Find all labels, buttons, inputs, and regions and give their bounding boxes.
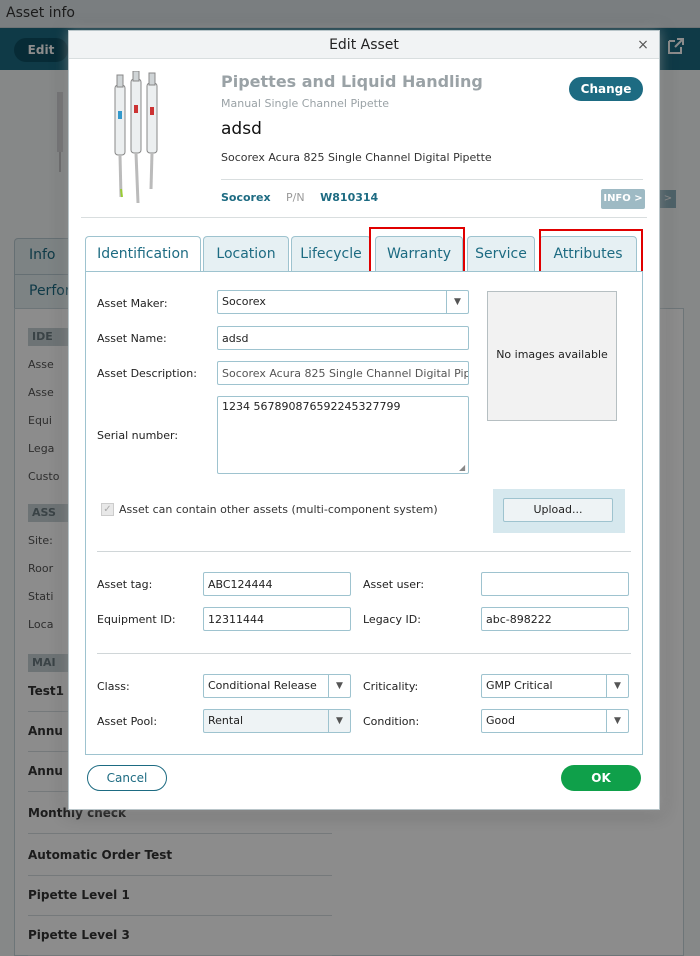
chevron-down-icon[interactable]: ▼ <box>606 710 628 732</box>
cancel-button[interactable]: Cancel <box>87 765 167 791</box>
asset-pool-label: Asset Pool: <box>97 715 158 728</box>
multi-component-checkbox[interactable]: ✓ <box>101 503 114 516</box>
condition-select[interactable]: Good ▼ <box>481 709 629 733</box>
asset-category: Pipettes and Liquid Handling <box>221 72 483 91</box>
resize-handle-icon[interactable]: ◢ <box>459 464 467 472</box>
maker-link[interactable]: Socorex <box>221 191 271 204</box>
asset-maker-select[interactable]: Socorex ▼ <box>217 290 469 314</box>
asset-name-label: Asset Name: <box>97 332 167 345</box>
pn-label: P/N <box>286 191 305 204</box>
class-value: Conditional Release <box>208 679 317 692</box>
info-button[interactable]: INFO > <box>601 189 645 209</box>
tab-service[interactable]: Service <box>467 236 535 272</box>
pipette-image <box>114 71 158 204</box>
criticality-select[interactable]: GMP Critical ▼ <box>481 674 629 698</box>
condition-value: Good <box>486 714 515 727</box>
asset-user-label: Asset user: <box>363 578 425 591</box>
asset-tag-label: Asset tag: <box>97 578 153 591</box>
ok-button[interactable]: OK <box>561 765 641 791</box>
asset-maker-label: Asset Maker: <box>97 297 168 310</box>
asset-pool-value: Rental <box>208 714 243 727</box>
chevron-down-icon[interactable]: ▼ <box>328 675 350 697</box>
divider <box>97 653 631 654</box>
asset-user-input[interactable] <box>481 572 629 596</box>
change-button[interactable]: Change <box>569 77 643 101</box>
class-select[interactable]: Conditional Release ▼ <box>203 674 351 698</box>
criticality-label: Criticality: <box>363 680 419 693</box>
asset-description-input[interactable]: Socorex Acura 825 Single Channel Digital… <box>217 361 469 385</box>
divider <box>221 179 643 180</box>
dialog-header: Edit Asset × <box>69 31 659 59</box>
tab-lifecycle[interactable]: Lifecycle <box>291 236 371 272</box>
asset-maker-value: Socorex <box>222 295 266 308</box>
tab-identification[interactable]: Identification <box>85 236 201 273</box>
asset-pool-select[interactable]: Rental ▼ <box>203 709 351 733</box>
legacy-id-input[interactable]: abc-898222 <box>481 607 629 631</box>
asset-tag-input[interactable]: ABC124444 <box>203 572 351 596</box>
class-label: Class: <box>97 680 130 693</box>
asset-description-label: Asset Description: <box>97 367 197 380</box>
multi-component-label: Asset can contain other assets (multi-co… <box>119 503 438 516</box>
close-icon[interactable]: × <box>635 31 651 59</box>
chevron-down-icon[interactable]: ▼ <box>328 710 350 732</box>
serial-number-value: 1234 567890876592245327799 <box>222 400 401 413</box>
upload-button[interactable]: Upload... <box>503 498 613 522</box>
image-placeholder: No images available <box>487 291 617 421</box>
serial-number-label: Serial number: <box>97 429 179 442</box>
legacy-id-label: Legacy ID: <box>363 613 421 626</box>
divider <box>81 217 647 218</box>
serial-number-textarea[interactable]: 1234 567890876592245327799 ◢ <box>217 396 469 474</box>
attributes-highlight-box <box>539 229 643 275</box>
tab-location[interactable]: Location <box>203 236 289 272</box>
equipment-id-input[interactable]: 12311444 <box>203 607 351 631</box>
divider <box>97 551 631 552</box>
chevron-down-icon[interactable]: ▼ <box>606 675 628 697</box>
dialog-title: Edit Asset <box>329 37 399 53</box>
maker-row: Socorex P/N W810314 <box>221 191 378 204</box>
condition-label: Condition: <box>363 715 420 728</box>
pn-value[interactable]: W810314 <box>320 191 378 204</box>
equipment-id-label: Equipment ID: <box>97 613 176 626</box>
asset-description-text: Socorex Acura 825 Single Channel Digital… <box>221 151 492 164</box>
edit-asset-dialog: Edit Asset × Pipettes and Liquid Handlin… <box>68 30 660 810</box>
upload-area: Upload... <box>493 489 625 533</box>
asset-name-input[interactable]: adsd <box>217 326 469 350</box>
chevron-down-icon[interactable]: ▼ <box>446 291 468 313</box>
asset-name-heading: adsd <box>221 119 262 139</box>
criticality-value: GMP Critical <box>486 679 553 692</box>
asset-subcategory: Manual Single Channel Pipette <box>221 97 390 110</box>
